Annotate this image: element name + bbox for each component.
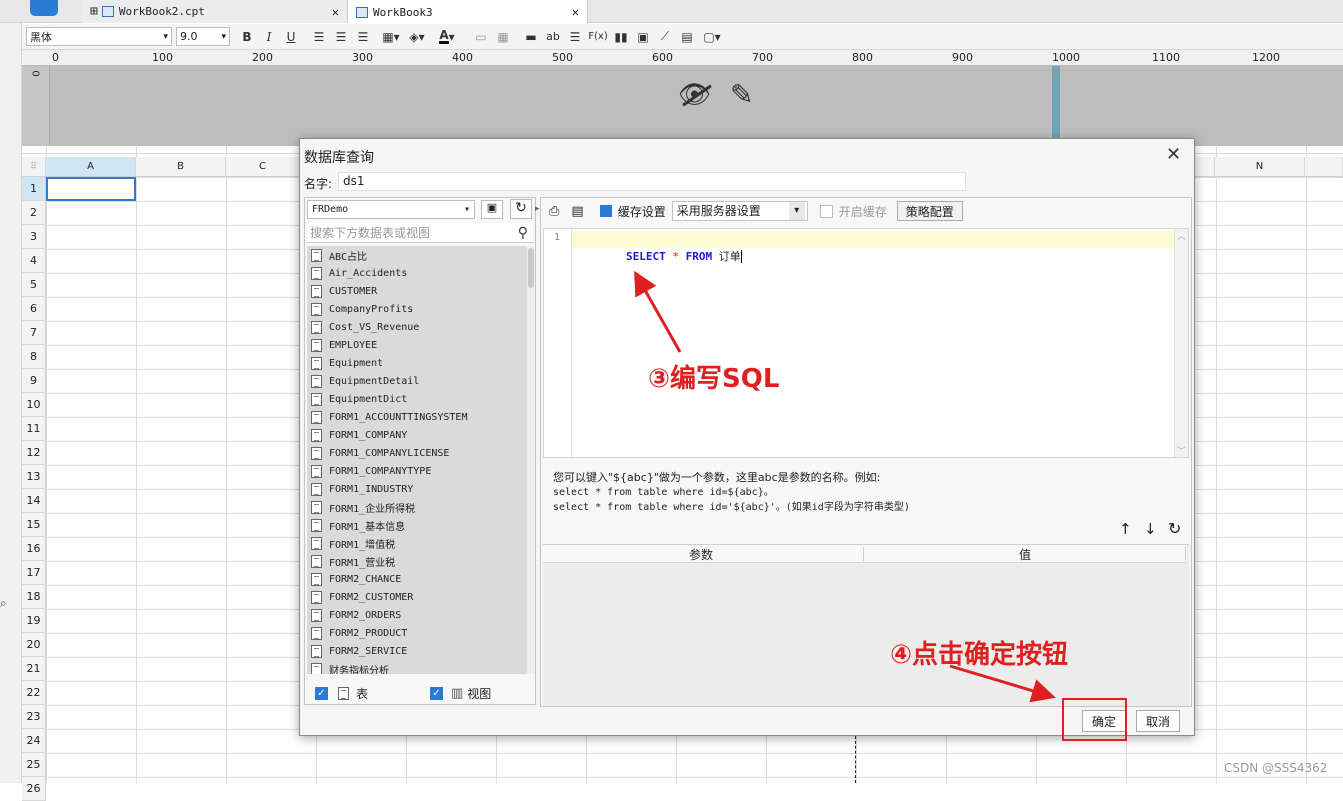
arrow-to-ok [949,664,1056,703]
arrow-to-sql [634,270,682,353]
annotation-arrows [634,270,1056,703]
